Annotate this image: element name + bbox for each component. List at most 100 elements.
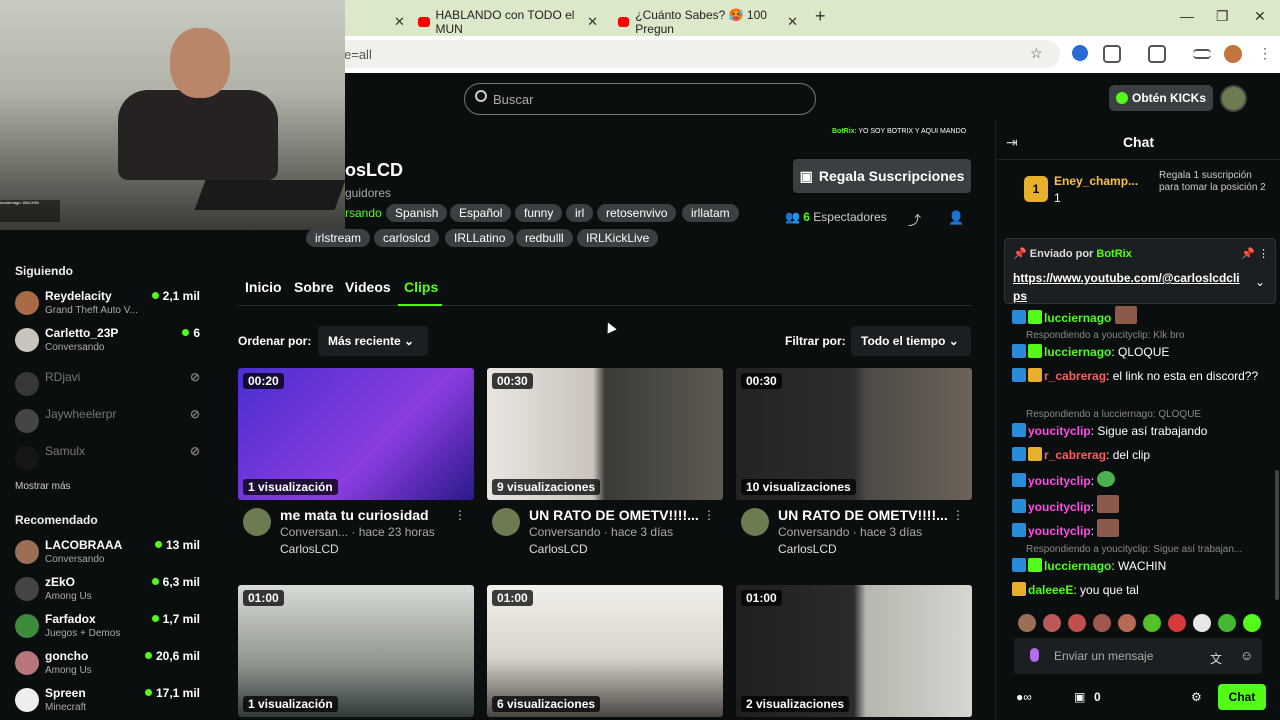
emoji-icon[interactable]: ☺ (1240, 648, 1253, 663)
tag[interactable]: retosenvivo (597, 204, 677, 222)
translate-icon[interactable]: 文 (1210, 650, 1222, 667)
tab-sobre[interactable]: Sobre (294, 279, 334, 295)
tag[interactable]: funny (515, 204, 563, 222)
chat-username[interactable]: youcityclip (1028, 524, 1091, 538)
reply-context[interactable]: Respondiendo a youcityclip: Sigue así tr… (1026, 544, 1271, 555)
chat-username[interactable]: daleeeE (1028, 583, 1073, 597)
more-options-icon[interactable]: ⋮ (952, 508, 964, 522)
category-link[interactable]: rsando (345, 206, 382, 220)
tag[interactable]: irlstream (306, 229, 371, 247)
clip-author[interactable]: CarlosLCD (529, 542, 588, 556)
chat-username[interactable]: youcityclip (1028, 424, 1091, 438)
minimize-button[interactable]: — (1180, 8, 1194, 24)
sidebar-item-farfadox[interactable]: Farfadox Juegos + Demos 1,7 mil (15, 612, 205, 646)
browser-tab-1[interactable]: HABLANDO con TODO el MUN ✕ (418, 8, 598, 36)
gift-icon[interactable]: ▣ (1074, 690, 1085, 704)
address-bar[interactable]: e=all (330, 40, 1060, 68)
more-options-icon[interactable]: ⋮ (454, 508, 466, 522)
close-window-button[interactable]: ✕ (1254, 8, 1266, 25)
gear-icon[interactable]: ⚙ (1191, 690, 1202, 704)
maximize-button[interactable]: ❐ (1216, 8, 1229, 25)
emote-icon[interactable] (1118, 614, 1136, 632)
scrollbar[interactable] (1275, 470, 1279, 600)
more-options-icon[interactable]: ⋮ (1258, 247, 1269, 260)
more-options-icon[interactable]: ⋮ (703, 508, 715, 522)
browser-tab-2[interactable]: ¿Cuánto Sabes? 🥵 100 Pregun ✕ (618, 8, 798, 36)
clip-title[interactable]: UN RATO DE OMETV!!!!... (778, 507, 953, 523)
sidebar-item-goncho[interactable]: goncho Among Us 20,6 mil (15, 649, 205, 683)
tab-clips[interactable]: Clips (404, 279, 438, 295)
extension-icon[interactable] (1072, 45, 1088, 61)
tab-videos[interactable]: Videos (345, 279, 391, 295)
reply-context[interactable]: Respondiendo a youcityclip: Klk bro (1026, 330, 1271, 341)
chevron-down-icon[interactable]: ⌄ (1255, 275, 1265, 289)
chat-username[interactable]: youcityclip (1028, 500, 1091, 514)
send-chat-button[interactable]: Chat (1218, 684, 1266, 710)
emote-icon[interactable] (1243, 614, 1261, 632)
sidebar-item-spreen[interactable]: Spreen Minecraft 17,1 mil (15, 686, 205, 720)
share-icon[interactable]: ⤴ (908, 210, 921, 229)
media-controls-icon[interactable] (1193, 49, 1211, 59)
clip-title[interactable]: me mata tu curiosidad (280, 507, 455, 523)
tag[interactable]: IRLKickLive (577, 229, 659, 247)
filter-dropdown[interactable]: Todo el tiempo ⌄ (851, 326, 971, 356)
emote-icon[interactable] (1018, 614, 1036, 632)
emote-icon[interactable] (1043, 614, 1061, 632)
clip-author[interactable]: CarlosLCD (778, 542, 837, 556)
search-input[interactable]: Buscar (464, 83, 816, 115)
chat-username[interactable]: r_cabrerag (1044, 369, 1106, 383)
menu-kebab-icon[interactable]: ⋮ (1258, 45, 1276, 63)
reply-context[interactable]: Respondiendo a lucciernago: QLOQUE (1026, 409, 1271, 420)
sidebar-item-samulx[interactable]: Samulx ⊘ (15, 444, 205, 478)
chat-username[interactable]: r_cabrerag (1044, 448, 1106, 462)
tab-close-icon[interactable]: ✕ (388, 8, 405, 36)
new-tab-button[interactable]: + (815, 6, 826, 27)
cast-icon[interactable] (1148, 45, 1166, 63)
clip-card[interactable]: 01:00 2 visualizaciones (736, 585, 972, 717)
emote-icon[interactable] (1218, 614, 1236, 632)
sort-dropdown[interactable]: Más reciente ⌄ (318, 326, 428, 356)
sidebar-item-zeko[interactable]: zEkO Among Us 6,3 mil (15, 575, 205, 609)
kick-points-icon[interactable]: ●∞ (1016, 690, 1032, 704)
tag[interactable]: irllatam (682, 204, 739, 222)
emote-icon[interactable] (1193, 614, 1211, 632)
tag[interactable]: Spanish (386, 204, 448, 222)
avatar[interactable] (492, 508, 520, 536)
sidebar-item-jaywheelerpr[interactable]: Jaywheelerpr ⊘ (15, 407, 205, 441)
sidebar-item-lacobraaa[interactable]: LACOBRAAA Conversando 13 mil (15, 538, 205, 572)
unpin-icon[interactable]: 📌 (1241, 247, 1255, 260)
sidebar-item-rdjavi[interactable]: RDjavi ⊘ (15, 370, 205, 404)
chat-username[interactable]: lucciernago (1044, 311, 1111, 325)
tag[interactable]: redbulll (516, 229, 573, 247)
tab-close-icon[interactable]: ✕ (787, 14, 798, 30)
chat-username[interactable]: lucciernago (1044, 345, 1111, 359)
tab-close-icon[interactable]: ✕ (587, 14, 598, 30)
chat-username[interactable]: lucciernago (1044, 559, 1111, 573)
chat-input[interactable]: Enviar un mensaje (1014, 638, 1262, 674)
gifter-name[interactable]: Eney_champ... (1054, 174, 1138, 188)
mic-icon[interactable] (1030, 648, 1039, 662)
emote-icon[interactable] (1093, 614, 1111, 632)
profile-avatar-icon[interactable] (1224, 45, 1242, 63)
pinned-link[interactable]: https://www.youtube.com/@carloslcdclips (1013, 269, 1243, 305)
avatar[interactable] (243, 508, 271, 536)
tag[interactable]: carloslcd (374, 229, 440, 247)
bookmark-star-icon[interactable]: ☆ (1030, 45, 1048, 63)
follow-icon[interactable]: 👤 (948, 210, 964, 226)
gift-subs-button[interactable]: ▣ Regala Suscripciones (793, 159, 971, 193)
tag[interactable]: Español (450, 204, 512, 222)
pinned-user[interactable]: BotRix (1096, 248, 1131, 260)
clip-title[interactable]: UN RATO DE OMETV!!!!... (529, 507, 704, 523)
tab-inicio[interactable]: Inicio (245, 279, 282, 295)
chat-username[interactable]: youcityclip (1028, 474, 1091, 488)
gifter-cta[interactable]: Regala 1 suscripción para tomar la posic… (1159, 170, 1274, 194)
sidebar-item-carletto[interactable]: Carletto_23P Conversando 6 (15, 326, 205, 360)
tag[interactable]: irl (566, 204, 594, 222)
clip-card[interactable]: 01:00 1 visualización (238, 585, 474, 717)
clip-author[interactable]: CarlosLCD (280, 542, 339, 556)
user-avatar[interactable] (1220, 85, 1247, 112)
sidebar-item-reydelacity[interactable]: Reydelacity Grand Theft Auto V... 2,1 mi… (15, 289, 205, 323)
clip-card[interactable]: 01:00 6 visualizaciones (487, 585, 723, 717)
avatar[interactable] (741, 508, 769, 536)
show-more-link[interactable]: Mostrar más (15, 481, 71, 492)
